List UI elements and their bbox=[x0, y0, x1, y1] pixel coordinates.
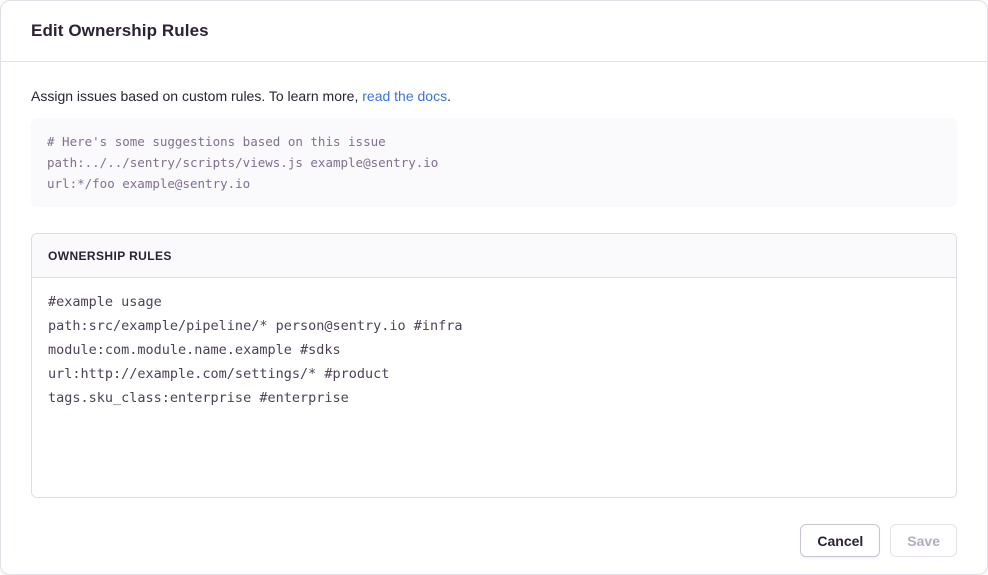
rules-panel-header: OWNERSHIP RULES bbox=[32, 234, 956, 278]
edit-ownership-rules-modal: Edit Ownership Rules Assign issues based… bbox=[0, 0, 988, 575]
rules-panel-header-label: OWNERSHIP RULES bbox=[48, 249, 172, 263]
suggestions-code-block: # Here's some suggestions based on this … bbox=[31, 118, 957, 207]
modal-body: Assign issues based on custom rules. To … bbox=[1, 86, 987, 498]
save-button[interactable]: Save bbox=[890, 524, 957, 557]
description-text: Assign issues based on custom rules. To … bbox=[31, 86, 957, 106]
modal-header: Edit Ownership Rules bbox=[1, 1, 987, 62]
suggestion-line: # Here's some suggestions based on this … bbox=[47, 131, 941, 152]
modal-footer: Cancel Save bbox=[1, 524, 987, 557]
description-after-link: . bbox=[447, 88, 451, 104]
ownership-rules-panel: OWNERSHIP RULES #example usage path:src/… bbox=[31, 233, 957, 498]
cancel-button[interactable]: Cancel bbox=[800, 524, 880, 557]
modal-title: Edit Ownership Rules bbox=[31, 21, 209, 41]
suggestion-line: url:*/foo example@sentry.io bbox=[47, 173, 941, 194]
suggestion-line: path:../../sentry/scripts/views.js examp… bbox=[47, 152, 941, 173]
description-before-link: Assign issues based on custom rules. To … bbox=[31, 88, 362, 104]
ownership-rules-textarea[interactable]: #example usage path:src/example/pipeline… bbox=[32, 278, 956, 497]
read-the-docs-link[interactable]: read the docs bbox=[362, 88, 447, 104]
